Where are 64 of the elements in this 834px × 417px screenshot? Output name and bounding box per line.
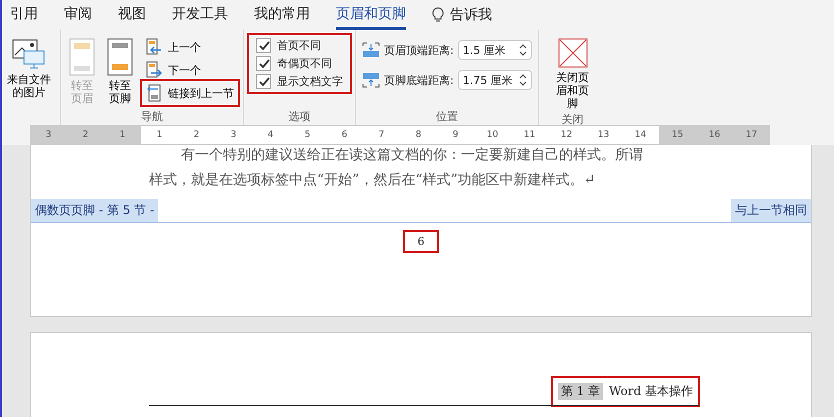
chapter-title: Word 基本操作 (609, 383, 693, 400)
next-section-icon (146, 61, 162, 79)
ruler-number: 2 (192, 130, 200, 140)
ruler-number: 11 (522, 130, 536, 140)
checkbox[interactable] (256, 38, 271, 53)
ribbon-tab[interactable]: 审阅 (64, 0, 92, 30)
ribbon-tab[interactable]: 引用 (10, 0, 38, 30)
ruler-number: 7 (378, 130, 386, 140)
ruler-number: 3 (230, 130, 238, 140)
ruler-number: 17 (733, 126, 770, 144)
footer-distance-icon (362, 72, 380, 88)
ribbon-tab[interactable]: 开发工具 (172, 0, 228, 30)
ruler-number: 16 (696, 126, 733, 144)
body-text: 样式，就是在选项标签中点“开始”，然后在“样式”功能区中新建样式。↵ (148, 171, 596, 190)
picture-monitor-icon (12, 38, 46, 70)
distance-spinner[interactable]: 1.75 厘米 (458, 70, 532, 90)
ruler-number: 1 (118, 130, 126, 140)
checkbox[interactable] (256, 56, 271, 71)
distance-spinner[interactable]: 1.5 厘米 (458, 40, 532, 60)
ruler-number: 3 (44, 130, 52, 140)
distance-label: 页脚底端距离: (384, 72, 454, 88)
ruler-number: 4 (266, 130, 274, 140)
ruler-number: 6 (340, 130, 348, 140)
next-button[interactable]: 下一个 (143, 59, 237, 81)
group-label: 位置 (436, 109, 458, 125)
ruler-number: 2 (82, 130, 90, 140)
lightbulb-icon[interactable] (432, 7, 444, 23)
close-icon (558, 38, 588, 68)
go-to-footer-button[interactable]: 转至页脚 (105, 36, 135, 107)
checkbox-label[interactable]: 显示文档文字 (277, 74, 343, 89)
picture-from-file-button[interactable]: 来自文件的图片 (4, 36, 54, 101)
group-label: 关闭 (562, 112, 584, 127)
close-header-footer-button[interactable]: 关闭页眉和页脚 (552, 36, 593, 112)
checkbox[interactable] (256, 74, 271, 89)
same-as-previous-tag: 与上一节相同 (731, 199, 811, 222)
distance-label: 页眉顶端距离: (384, 42, 454, 58)
ribbon-tab[interactable]: 我的常用 (254, 0, 310, 30)
ruler-number: 13 (596, 130, 610, 140)
ruler-number: 15 (659, 126, 696, 144)
page-footer-icon (107, 38, 133, 76)
ruler-number: 8 (414, 130, 422, 140)
ruler-number: 12 (560, 130, 574, 140)
previous-section-icon (146, 38, 162, 56)
ruler-number: 1 (156, 130, 164, 140)
checkbox-label[interactable]: 奇偶页不同 (277, 56, 332, 71)
ruler-number: 10 (486, 130, 500, 140)
chapter-label: 第 1 章 (558, 383, 604, 400)
body-text: 有一个特别的建议送给正在读这篇文档的你：一定要新建自己的样式。所谓 (180, 146, 644, 165)
link-to-previous-button[interactable]: 链接到上一节 (143, 82, 237, 104)
ruler-number: 14 (634, 130, 648, 140)
page-header-icon (69, 38, 95, 76)
group-label: 选项 (288, 109, 310, 125)
group-label: 导航 (141, 109, 163, 125)
ribbon-tab[interactable]: 视图 (118, 0, 146, 30)
tell-me-label[interactable]: 告诉我 (450, 6, 492, 24)
ruler-number: 5 (304, 130, 312, 140)
ruler-number: 9 (452, 130, 460, 140)
page-number: 6 (406, 233, 436, 250)
ribbon-tab[interactable]: 页眉和页脚 (336, 0, 406, 30)
previous-button[interactable]: 上一个 (143, 36, 237, 58)
link-previous-icon (146, 84, 162, 102)
footer-section-tag: 偶数页页脚 - 第 5 节 - (31, 199, 158, 222)
checkbox-label[interactable]: 首页不同 (277, 38, 321, 53)
header-distance-icon (362, 42, 380, 58)
